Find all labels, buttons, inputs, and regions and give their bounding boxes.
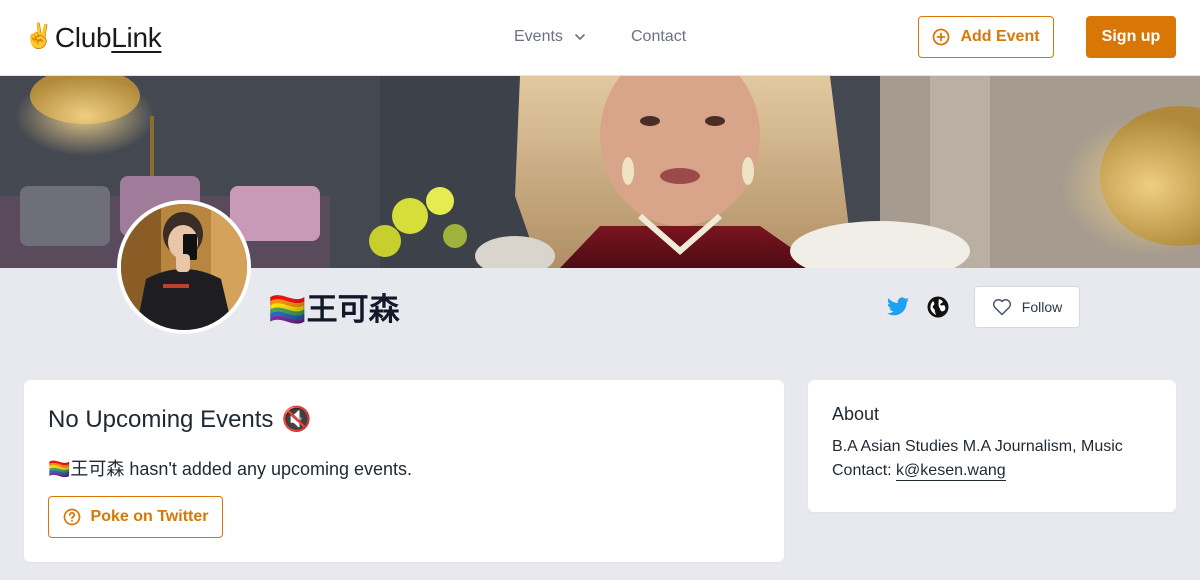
victory-hand-icon: ✌️ [24,22,54,50]
poke-label: Poke on Twitter [90,508,209,525]
events-empty-message: 🏳️‍🌈王可森 hasn't added any upcoming events… [48,459,413,479]
avatar-photo [121,204,247,330]
profile-name: 🏳️‍🌈王可森 [268,291,400,327]
heart-icon [992,299,1011,316]
twitter-icon[interactable] [886,295,910,319]
clublink-logo[interactable]: ✌️ Club Link [24,20,162,56]
add-event-label: Add Event [960,28,1040,45]
top-navbar: ✌️ Club Link Events Contact Add Event Si… [0,0,1200,76]
nav-events-label: Events [514,28,563,45]
about-card: About B.A Asian Studies M.A Journalism, … [808,380,1176,512]
logo-text-club: Club [54,22,112,53]
chevron-down-icon [575,34,585,40]
logo-text-link: Link [111,22,162,53]
upcoming-events-card: No Upcoming Events 🔇 🏳️‍🌈王可森 hasn't adde… [24,380,784,562]
nav-contact-link[interactable]: Contact [631,26,686,48]
profile-avatar [117,200,251,334]
nav-events-dropdown[interactable]: Events [514,26,587,48]
poke-on-twitter-button[interactable]: Poke on Twitter [48,496,223,538]
follow-button[interactable]: Follow [974,286,1080,328]
sign-up-button[interactable]: Sign up [1086,16,1176,58]
follow-label: Follow [1021,299,1063,315]
contact-email-link[interactable]: k@kesen.wang [896,462,1006,481]
question-circle-icon [63,508,80,526]
about-contact-line: Contact: k@kesen.wang [832,462,1006,481]
globe-icon[interactable] [926,295,950,319]
add-event-button[interactable]: Add Event [918,16,1054,58]
events-title-text: No Upcoming Events [48,405,274,433]
contact-prefix: Contact: [832,462,892,479]
muted-speaker-icon: 🔇 [281,406,312,433]
events-card-title: No Upcoming Events 🔇 [48,405,311,434]
plus-circle-icon [933,28,950,46]
about-bio: B.A Asian Studies M.A Journalism, Music [832,438,1123,455]
about-title: About [832,404,880,424]
